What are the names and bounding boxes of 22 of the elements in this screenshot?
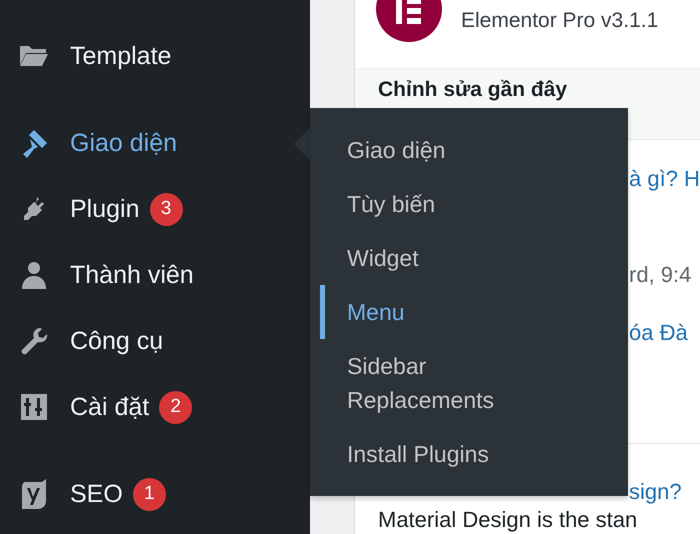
submenu-item[interactable]: Widget [320, 231, 547, 285]
sliders-icon [18, 391, 50, 423]
sidebar-menu-item[interactable]: Plugin 3 [0, 176, 310, 242]
plugin-version: Elementor Pro v3.1.1 [461, 9, 658, 33]
post-link[interactable]: sign? [629, 479, 682, 505]
sidebar-menu-item[interactable]: Cài đặt 2 [0, 374, 310, 440]
sidebar-menu-item[interactable]: Thành viên [0, 242, 310, 308]
sidebar-menu-item[interactable]: Công cụ [0, 308, 310, 374]
sidebar-menu-item[interactable]: Template [0, 23, 310, 89]
post-excerpt: Material Design is the stan [377, 507, 638, 533]
count-badge: 1 [132, 478, 166, 510]
count-badge: 3 [150, 192, 182, 226]
post-date: rd, 9:4 [629, 262, 692, 288]
submenu-item[interactable]: Sidebar Replacements [320, 339, 547, 427]
count-badge: 2 [159, 390, 192, 424]
submenu-item[interactable]: Install Plugins [320, 427, 547, 481]
sidebar-menu-item[interactable]: SEO 1 [0, 461, 310, 527]
submenu-item[interactable]: Tùy biến [320, 177, 547, 231]
submenu-item[interactable]: Menu [320, 285, 547, 339]
post-link[interactable]: óa Đà [629, 320, 700, 346]
sidebar-menu-item[interactable]: Giao diện [0, 110, 310, 176]
post-link[interactable]: à gì? H [629, 166, 700, 192]
